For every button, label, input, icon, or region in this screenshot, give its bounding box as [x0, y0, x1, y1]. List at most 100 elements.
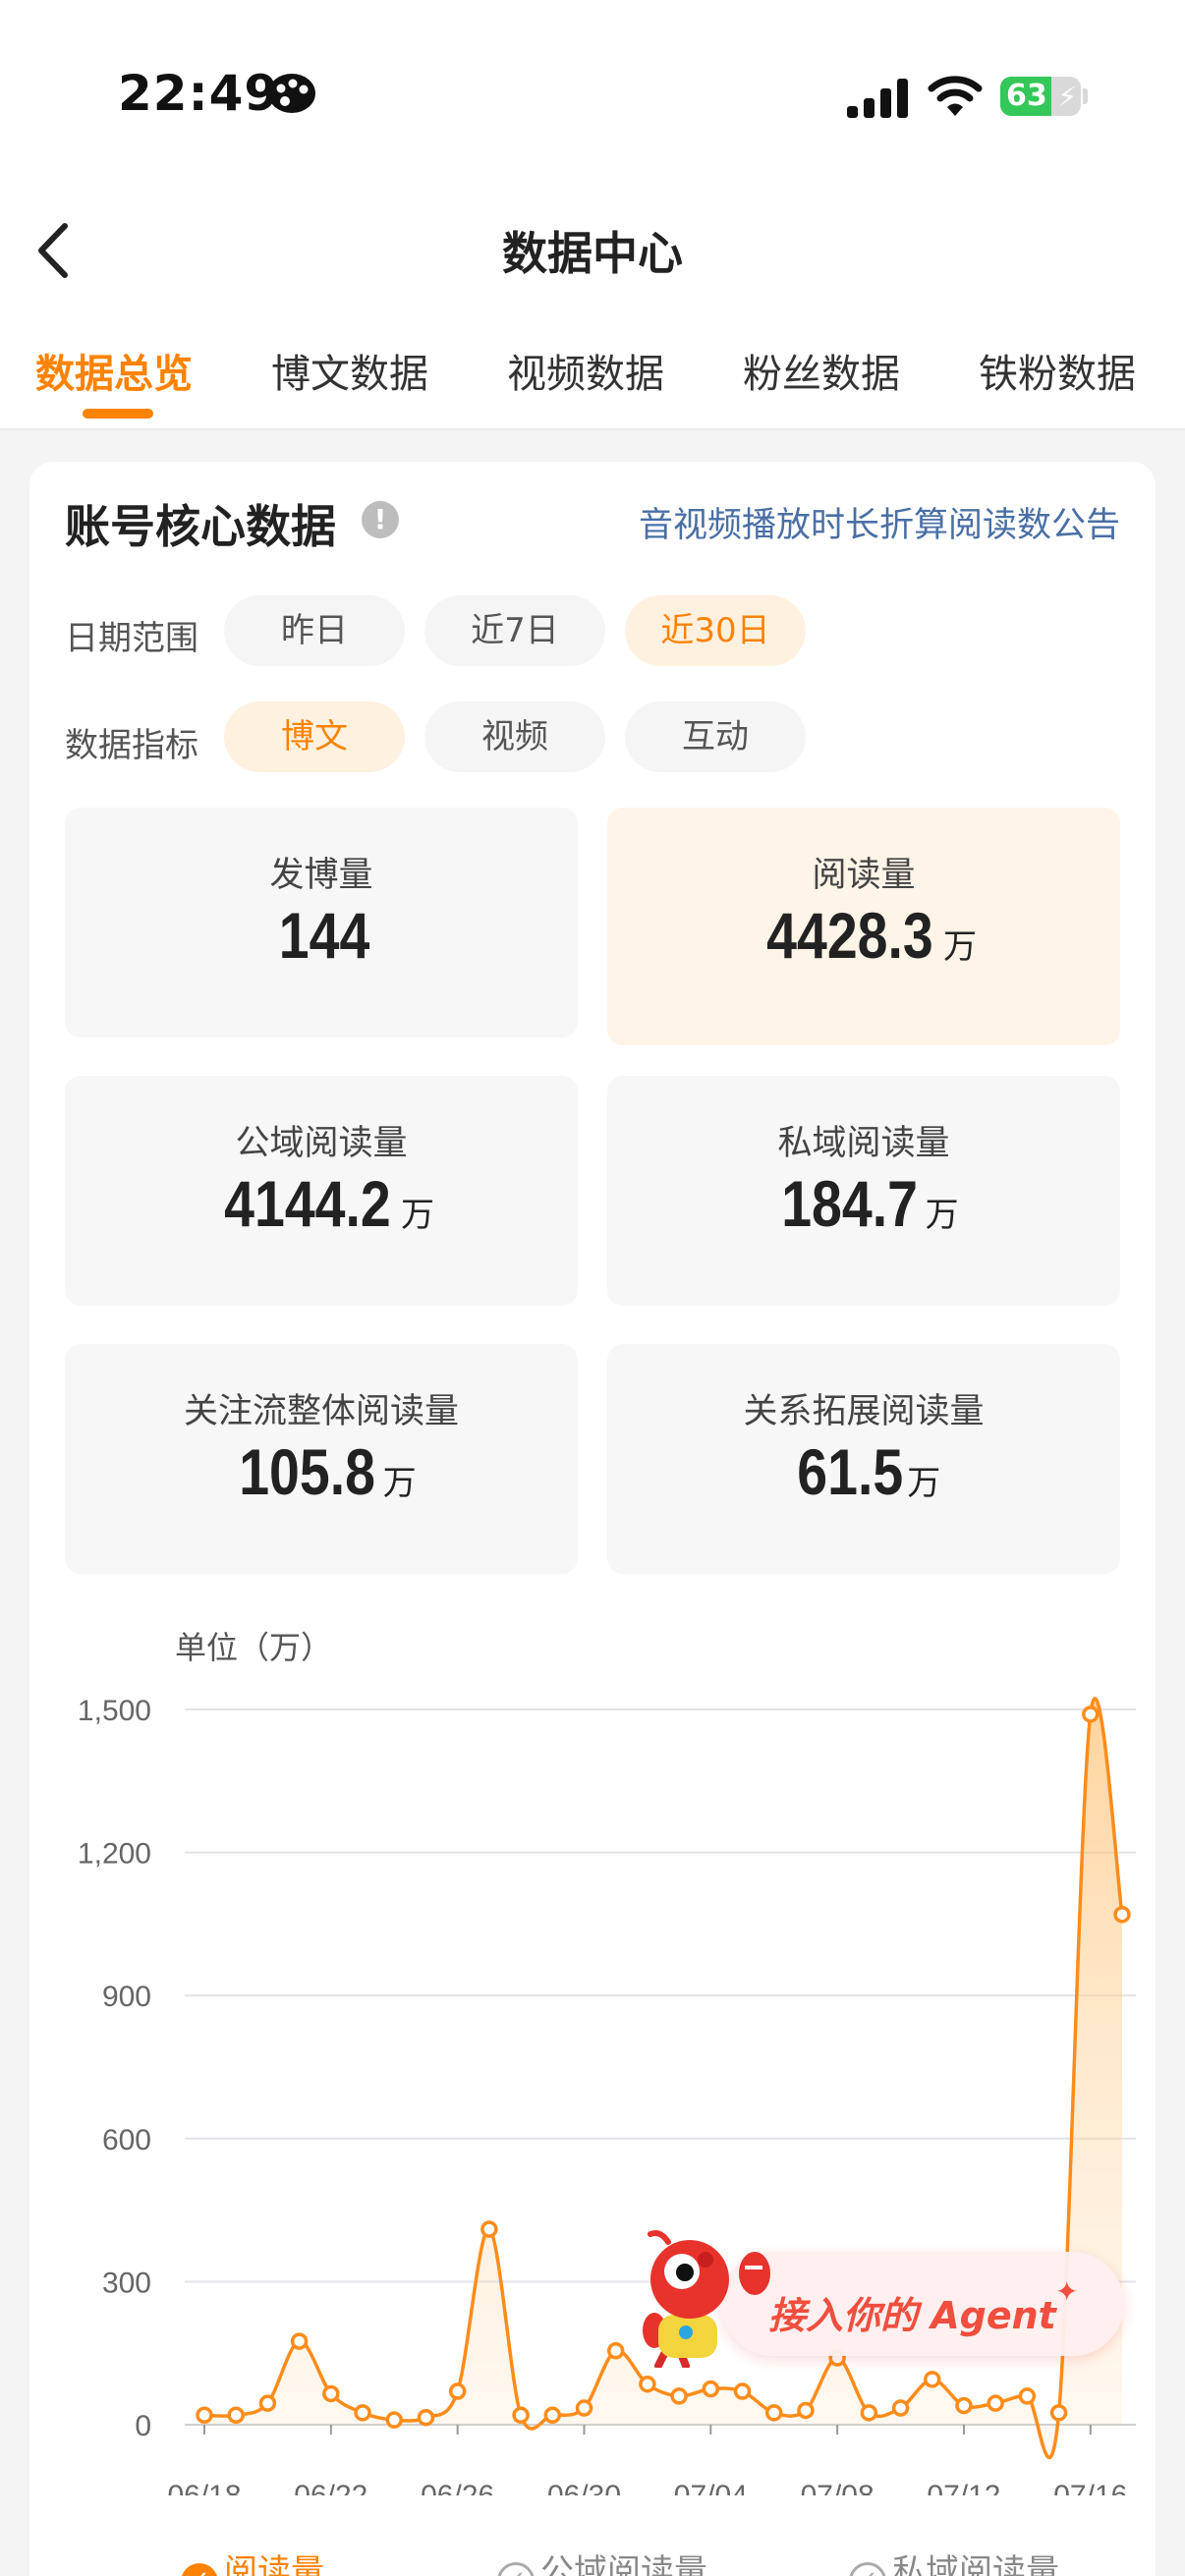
- metric-value: 105.8: [239, 1435, 376, 1508]
- metric-value: 184.7: [781, 1167, 919, 1240]
- agent-banner[interactable]: 接入你的 Agent ✦: [639, 2228, 1128, 2368]
- tab-overview[interactable]: 数据总览: [35, 342, 193, 399]
- data-point: [385, 2411, 403, 2429]
- metric-post-button[interactable]: 博文: [224, 701, 405, 772]
- data-point: [448, 2382, 467, 2400]
- data-point: [702, 2380, 720, 2398]
- tab-post-data[interactable]: 博文数据: [271, 342, 428, 399]
- data-point: [924, 2371, 941, 2388]
- y-tick-label: 300: [102, 2267, 151, 2299]
- x-tick-label: 07/08: [801, 2480, 875, 2495]
- metric-relation-expand-read-count[interactable]: 关系拓展阅读量 61.5 万: [607, 1344, 1120, 1574]
- data-point: [354, 2404, 371, 2422]
- metric-value: 4144.2: [224, 1167, 391, 1240]
- metric-unit: 万: [907, 1464, 941, 1503]
- tab-bar: 数据总览 博文数据 视频数据 粉丝数据 铁粉数据: [0, 305, 1185, 430]
- data-point: [417, 2408, 435, 2427]
- data-point: [258, 2394, 277, 2412]
- date-7days-button[interactable]: 近7日: [424, 595, 605, 666]
- legend-item-public-read[interactable]: ✓ 公域阅读量: [497, 2545, 707, 2576]
- page-title: 数据中心: [502, 227, 683, 280]
- tab-video-data[interactable]: 视频数据: [507, 342, 664, 399]
- x-tick-label: 06/30: [547, 2480, 621, 2495]
- metric-post-count[interactable]: 发博量 144: [65, 808, 578, 1037]
- sparkle-icon: ✦: [1055, 2275, 1079, 2308]
- battery-percent: 63: [1006, 79, 1047, 113]
- metric-label: 发博量: [269, 856, 373, 895]
- status-time: 22:49: [118, 65, 280, 122]
- metric-value: 61.5: [797, 1435, 903, 1508]
- data-point: [196, 2406, 213, 2425]
- metric-unit: 万: [942, 927, 977, 967]
- x-tick-label: 07/16: [1053, 2480, 1127, 2495]
- x-tick-label: 06/18: [167, 2480, 241, 2495]
- metric-video-button[interactable]: 视频: [424, 701, 605, 772]
- data-point: [987, 2394, 1004, 2412]
- mascot-icon: [643, 2230, 770, 2368]
- tab-iron-fans-data[interactable]: 铁粉数据: [979, 342, 1136, 399]
- date-range-label: 日期范围: [65, 619, 198, 658]
- data-point: [670, 2387, 688, 2405]
- data-point: [480, 2220, 498, 2238]
- legend-item-read[interactable]: ✓ 阅读量: [181, 2545, 324, 2576]
- metric-read-count[interactable]: 阅读量 4428.3 万: [607, 808, 1120, 1045]
- x-tick-label: 06/22: [294, 2480, 367, 2495]
- x-tick-label: 07/04: [674, 2480, 748, 2495]
- metric-private-read-count[interactable]: 私域阅读量 184.7 万: [607, 1076, 1120, 1306]
- data-point: [1082, 1706, 1100, 1723]
- section-title: 账号核心数据: [65, 500, 336, 553]
- y-tick-label: 0: [135, 2410, 151, 2442]
- legend-label: 公域阅读量: [540, 2552, 707, 2576]
- data-point: [575, 2399, 593, 2417]
- metric-interaction-button[interactable]: 互动: [625, 701, 806, 772]
- metric-label: 公域阅读量: [235, 1124, 408, 1163]
- metric-public-read-count[interactable]: 公域阅读量 4144.2 万: [65, 1076, 578, 1306]
- data-point: [290, 2332, 309, 2350]
- data-point: [543, 2406, 562, 2425]
- metric-label: 阅读量: [812, 856, 916, 895]
- metric-label: 关系拓展阅读量: [743, 1392, 985, 1431]
- data-point: [955, 2396, 973, 2415]
- unchecked-icon: ✓: [497, 2562, 535, 2576]
- data-point: [764, 2404, 783, 2422]
- agent-banner-text: 接入你的 Agent: [768, 2294, 1056, 2337]
- data-point: [322, 2384, 340, 2403]
- data-point: [797, 2401, 815, 2420]
- active-tab-indicator: [83, 409, 153, 419]
- battery-cap: [1083, 88, 1088, 104]
- tab-fans-data[interactable]: 粉丝数据: [743, 342, 900, 399]
- checked-icon: ✓: [181, 2563, 218, 2576]
- x-tick-label: 06/26: [421, 2480, 494, 2495]
- y-tick-label: 600: [102, 2124, 151, 2156]
- info-icon[interactable]: !: [362, 501, 399, 538]
- read-count-chart[interactable]: 0 300 600 900 1,200 1,500 06/18 06/22 06/26 06/30…: [29, 1670, 1156, 2495]
- data-point: [1113, 1905, 1131, 1924]
- charging-bolt-icon: ⚡: [1057, 81, 1077, 113]
- cellular-signal-icon: [847, 79, 908, 118]
- metric-label: 关注流整体阅读量: [183, 1392, 459, 1431]
- data-point: [1049, 2404, 1068, 2422]
- date-yesterday-button[interactable]: 昨日: [224, 595, 405, 666]
- chart-unit-label: 单位（万）: [175, 1629, 333, 1666]
- legend-label: 阅读量: [224, 2552, 324, 2576]
- legend-item-private-read[interactable]: ✓ 私域阅读量: [849, 2545, 1059, 2576]
- data-point: [512, 2406, 530, 2425]
- data-point: [1018, 2387, 1037, 2405]
- metric-unit: 万: [382, 1464, 417, 1503]
- data-point: [733, 2382, 752, 2400]
- y-tick-label: 1,200: [78, 1838, 151, 1871]
- metric-follow-feed-read-count[interactable]: 关注流整体阅读量 105.8 万: [65, 1344, 578, 1574]
- legend-label: 私域阅读量: [892, 2552, 1059, 2576]
- data-point: [639, 2375, 656, 2393]
- wifi-icon: [928, 76, 983, 116]
- palette-icon: [268, 74, 315, 113]
- playback-notice-link[interactable]: 音视频播放时长折算阅读数公告: [639, 497, 1120, 547]
- y-tick-label: 900: [102, 1981, 151, 2013]
- data-point: [227, 2406, 245, 2425]
- metric-value: 144: [278, 899, 370, 972]
- metric-label: 私域阅读量: [777, 1124, 950, 1163]
- metric-unit: 万: [400, 1196, 434, 1235]
- x-tick-label: 07/12: [927, 2480, 1000, 2495]
- unchecked-icon: ✓: [849, 2562, 886, 2576]
- date-30days-button[interactable]: 近30日: [625, 595, 806, 666]
